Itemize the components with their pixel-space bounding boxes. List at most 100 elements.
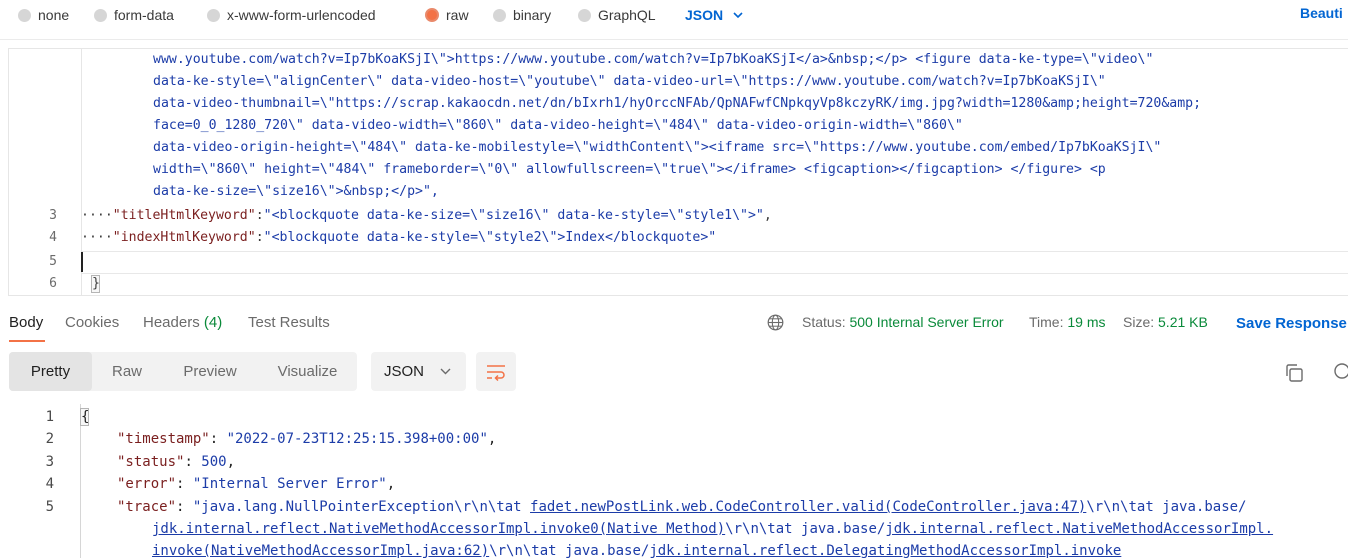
- code-line: width=\"860\" height=\"484\" frameborder…: [153, 162, 1106, 177]
- radio-none[interactable]: none: [18, 6, 69, 24]
- text-caret: [81, 252, 83, 272]
- code-line: ····"titleHtmlKeyword":"<blockquote data…: [81, 208, 772, 223]
- status-value: 500 Internal Server Error: [849, 314, 1004, 330]
- code-line: ····"indexHtmlKeyword":"<blockquote data…: [81, 230, 717, 245]
- trace-link[interactable]: fadet.newPostLink.web.CodeController.val…: [530, 499, 1086, 515]
- code-line: }: [92, 276, 100, 291]
- json-value: "java.lang.NullPointerException\r\n\tat: [192, 499, 531, 515]
- json-value: "Internal Server Error": [192, 476, 387, 492]
- line-number: 4: [45, 476, 54, 492]
- response-code-line: "status": 500,: [117, 454, 236, 470]
- line-number: 1: [45, 409, 54, 425]
- radio-x-www-form-urlencoded[interactable]: x-www-form-urlencoded: [207, 6, 376, 24]
- radio-binary[interactable]: binary: [493, 6, 551, 24]
- json-key: "timestamp": [117, 431, 210, 447]
- radio-raw[interactable]: raw: [425, 6, 469, 24]
- code-line: data-video-thumbnail=\"https://scrap.kak…: [153, 96, 1202, 111]
- radio-label: none: [38, 7, 70, 23]
- copy-icon[interactable]: [1283, 362, 1305, 384]
- json-value: \r\n\tat java.base/: [725, 521, 886, 537]
- active-tab-indicator: [9, 340, 45, 342]
- size-indicator[interactable]: Size: 5.21 KB: [1123, 314, 1208, 330]
- tab-cookies[interactable]: Cookies: [65, 314, 119, 331]
- response-format-dropdown[interactable]: JSON: [371, 352, 466, 391]
- size-label: Size:: [1123, 314, 1155, 330]
- json-key: "status": [117, 454, 185, 470]
- line-number: 3: [49, 208, 57, 223]
- response-code-line: "error": "Internal Server Error",: [117, 476, 396, 492]
- json-key: "trace": [117, 499, 177, 515]
- time-label: Time:: [1029, 314, 1064, 330]
- json-key: "indexHtmlKeyword": [112, 230, 256, 245]
- size-value: 5.21 KB: [1158, 314, 1208, 330]
- status-label: Status:: [802, 314, 846, 330]
- view-raw[interactable]: Raw: [92, 352, 162, 391]
- body-type-bar: none form-data x-www-form-urlencoded raw…: [0, 0, 1348, 40]
- radio-dot-selected-icon: [425, 8, 439, 22]
- time-value: 19 ms: [1067, 314, 1106, 330]
- json-value: \r\n\tat java.base/: [489, 543, 650, 558]
- radio-form-data[interactable]: form-data: [94, 6, 174, 24]
- json-key: "error": [117, 476, 177, 492]
- chevron-down-icon: [733, 11, 743, 18]
- radio-dot-icon: [578, 8, 591, 22]
- format-label: JSON: [384, 363, 425, 380]
- code-line: data-video-origin-height=\"484\" data-ke…: [153, 140, 1162, 155]
- response-code-line: invoke(NativeMethodAccessorImpl.java:62)…: [152, 540, 1121, 558]
- radio-label: raw: [446, 7, 469, 23]
- tab-test-results[interactable]: Test Results: [248, 314, 330, 331]
- radio-label: x-www-form-urlencoded: [227, 7, 376, 23]
- line-number: 4: [49, 230, 57, 245]
- radio-label: form-data: [114, 7, 174, 23]
- json-value: "2022-07-23T12:25:15.398+00:00": [226, 431, 488, 447]
- line-number: 5: [49, 254, 57, 269]
- trace-link[interactable]: invoke(NativeMethodAccessorImpl.java:62): [152, 543, 489, 558]
- line-number: 2: [45, 431, 54, 447]
- trace-link[interactable]: jdk.internal.reflect.NativeMethodAccesso…: [152, 521, 725, 537]
- radio-label: binary: [513, 7, 552, 23]
- active-line-highlight: [82, 251, 1348, 274]
- view-mode-switcher: Pretty Raw Preview Visualize: [9, 352, 357, 391]
- radio-dot-icon: [18, 8, 31, 22]
- search-icon[interactable]: [1333, 362, 1348, 382]
- view-visualize[interactable]: Visualize: [258, 352, 357, 391]
- time-indicator[interactable]: Time: 19 ms: [1029, 314, 1106, 330]
- language-dropdown[interactable]: JSON: [685, 5, 743, 25]
- response-code-line: "trace": "java.lang.NullPointerException…: [117, 499, 1247, 515]
- radio-dot-icon: [94, 8, 107, 22]
- language-label: JSON: [685, 7, 724, 23]
- line-number: 5: [45, 499, 54, 515]
- tab-body[interactable]: Body: [9, 314, 43, 331]
- response-code-line: jdk.internal.reflect.NativeMethodAccesso…: [152, 518, 1273, 540]
- tab-headers-label: Headers: [143, 314, 200, 331]
- view-pretty[interactable]: Pretty: [9, 352, 92, 391]
- line-number: 6: [49, 276, 57, 291]
- radio-dot-icon: [493, 8, 506, 22]
- chevron-down-icon: [440, 368, 451, 375]
- request-body-editor[interactable]: www.youtube.com/watch?v=Ip7bKoaKSjI\">ht…: [8, 48, 1348, 296]
- json-value: "<blockquote data-ke-size=\"size16\" dat…: [263, 208, 764, 223]
- json-comma: ,: [763, 208, 772, 223]
- code-line: data-ke-size=\"size16\">&nbsp;</p>",: [153, 184, 439, 199]
- status-indicator[interactable]: Status: 500 Internal Server Error: [802, 314, 1004, 330]
- response-code-line: {: [81, 409, 90, 425]
- trace-link[interactable]: jdk.internal.reflect.NativeMethodAccesso…: [885, 521, 1273, 537]
- wrap-lines-button[interactable]: [476, 352, 516, 391]
- code-line: data-ke-style=\"alignCenter\" data-video…: [153, 74, 1106, 89]
- code-line: face=0_0_1280_720\" data-video-width=\"8…: [153, 118, 963, 133]
- trace-link[interactable]: jdk.internal.reflect.DelegatingMethodAcc…: [649, 543, 1121, 558]
- radio-graphql[interactable]: GraphQL: [578, 6, 656, 24]
- radio-label: GraphQL: [598, 7, 656, 23]
- radio-dot-icon: [207, 8, 220, 22]
- json-value: \r\n\tat java.base/: [1086, 499, 1247, 515]
- line-number: 3: [45, 454, 54, 470]
- globe-icon[interactable]: [767, 314, 784, 331]
- view-preview[interactable]: Preview: [162, 352, 258, 391]
- save-response-button[interactable]: Save Response: [1236, 315, 1347, 332]
- json-value: 500: [201, 454, 227, 470]
- json-key: "titleHtmlKeyword": [112, 208, 256, 223]
- wrap-lines-icon: [487, 364, 505, 381]
- tab-headers[interactable]: Headers (4): [143, 314, 222, 331]
- beautify-button[interactable]: Beauti: [1300, 5, 1343, 21]
- response-code-line: "timestamp": "2022-07-23T12:25:15.398+00…: [117, 431, 497, 447]
